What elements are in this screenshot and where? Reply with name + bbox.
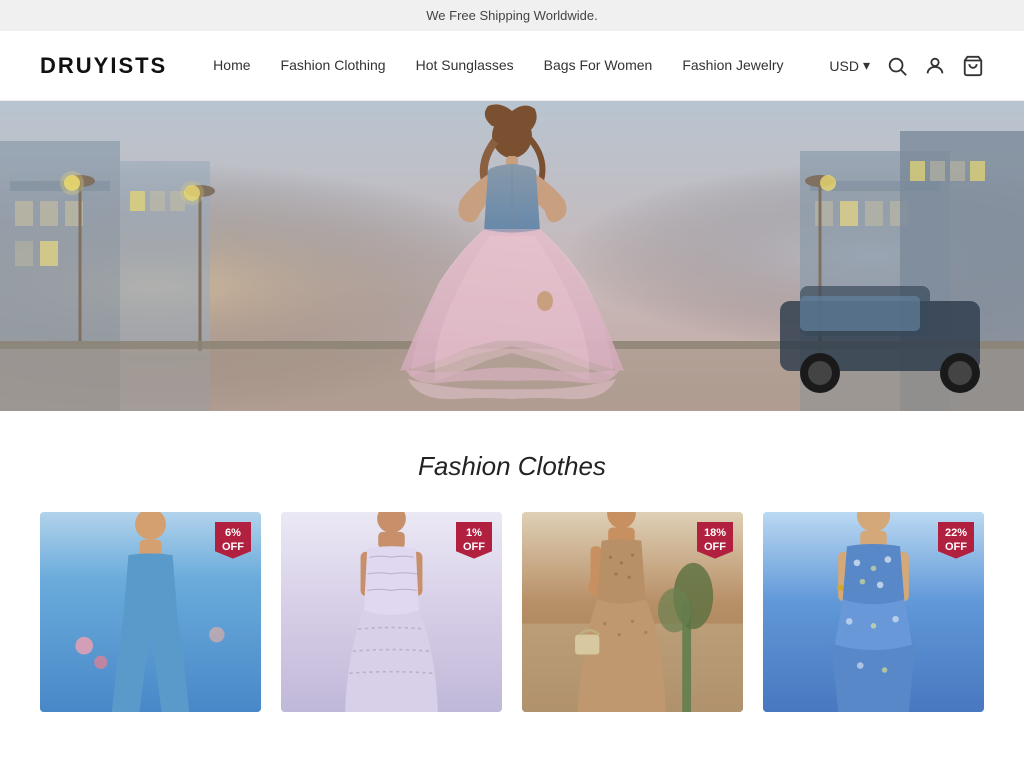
product-card-2[interactable]: 1%OFF [281,512,502,712]
nav-link-fashion-jewelry[interactable]: Fashion Jewelry [682,57,783,73]
product-card-3[interactable]: 18%OFF [522,512,743,712]
main-nav: Home Fashion Clothing Hot Sunglasses Bag… [213,57,783,75]
product-card-1[interactable]: 6%OFF [40,512,261,712]
header: DRUYISTS Home Fashion Clothing Hot Sungl… [0,31,1024,101]
currency-label: USD [829,58,859,74]
nav-item-hot-sunglasses[interactable]: Hot Sunglasses [416,57,514,75]
discount-badge-3: 18%OFF [697,522,733,559]
currency-arrow-icon: ▾ [863,57,870,74]
account-icon[interactable] [924,55,946,77]
nav-link-hot-sunglasses[interactable]: Hot Sunglasses [416,57,514,73]
nav-item-bags-for-women[interactable]: Bags For Women [544,57,653,75]
hero-illustration [0,101,1024,411]
header-right: USD ▾ [829,55,984,77]
nav-link-home[interactable]: Home [213,57,250,73]
top-banner: We Free Shipping Worldwide. [0,0,1024,31]
currency-selector[interactable]: USD ▾ [829,57,870,74]
nav-item-home[interactable]: Home [213,57,250,75]
product-grid: 6%OFF [40,512,984,712]
logo[interactable]: DRUYISTS [40,53,167,79]
fashion-clothes-section: Fashion Clothes [0,411,1024,732]
search-icon[interactable] [886,55,908,77]
product-card-4[interactable]: 22%OFF [763,512,984,712]
cart-icon[interactable] [962,55,984,77]
section-title: Fashion Clothes [40,451,984,482]
nav-item-fashion-jewelry[interactable]: Fashion Jewelry [682,57,783,75]
discount-badge-4: 22%OFF [938,522,974,559]
hero-banner [0,101,1024,411]
discount-badge-2: 1%OFF [456,522,492,559]
discount-badge-1: 6%OFF [215,522,251,559]
nav-item-fashion-clothing[interactable]: Fashion Clothing [281,57,386,75]
nav-link-bags-for-women[interactable]: Bags For Women [544,57,653,73]
nav-link-fashion-clothing[interactable]: Fashion Clothing [281,57,386,73]
banner-text: We Free Shipping Worldwide. [426,8,598,23]
nav-list: Home Fashion Clothing Hot Sunglasses Bag… [213,57,783,75]
